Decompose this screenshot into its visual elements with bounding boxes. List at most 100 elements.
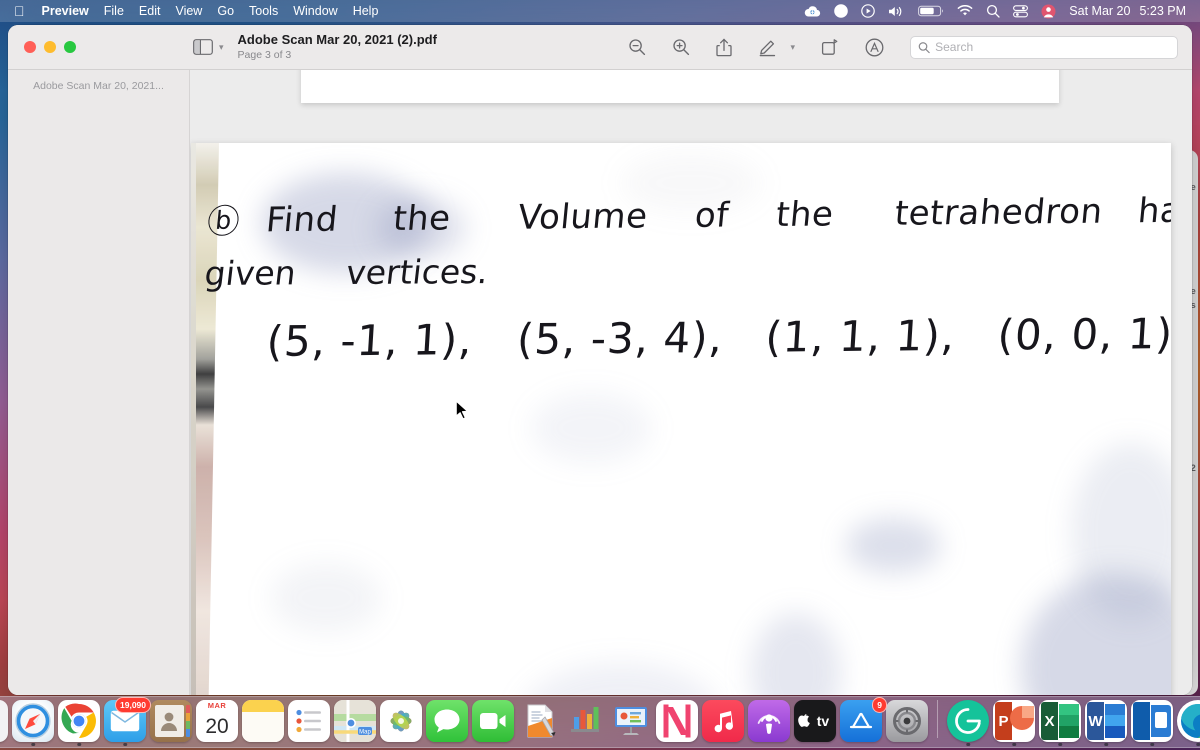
document-viewport[interactable]: b Find the Volume of the tetrahedron hav… xyxy=(190,70,1192,695)
handwriting-line-1: b Find the Volume of the tetrahedron hav… xyxy=(206,189,1171,241)
wifi-icon[interactable] xyxy=(957,5,973,17)
dock-item-reminders[interactable] xyxy=(288,700,330,742)
rotate-icon[interactable] xyxy=(821,38,839,56)
menu-item-edit[interactable]: Edit xyxy=(139,4,161,18)
minimize-button[interactable] xyxy=(44,41,56,53)
scan-shadow-blob xyxy=(271,563,381,633)
running-indicator xyxy=(1150,742,1154,746)
traffic-lights xyxy=(8,41,190,53)
sidebar-thumbnail-label: Adobe Scan Mar 20, 2021... xyxy=(33,80,164,92)
dock-item-contacts[interactable] xyxy=(150,700,192,742)
vertex-point: (5, -3, 4), xyxy=(515,312,725,364)
handwriting-word: Volume xyxy=(516,196,650,238)
handwriting-word: Find xyxy=(264,199,340,241)
page-count: Page 3 of 3 xyxy=(237,49,292,61)
handwriting-word: given xyxy=(202,253,299,293)
search-box[interactable] xyxy=(910,35,1178,59)
thumbnail-sidebar[interactable]: Adobe Scan Mar 20, 2021... xyxy=(8,70,190,695)
menu-item-window[interactable]: Window xyxy=(293,4,337,18)
control-center-icon[interactable] xyxy=(1013,4,1029,18)
dock-item-appletv[interactable]: tv xyxy=(794,700,836,742)
sidebar-toggle-icon[interactable] xyxy=(192,37,214,57)
moon-circle-icon[interactable] xyxy=(834,4,849,18)
zoom-in-icon[interactable] xyxy=(672,38,690,56)
dock-item-system-preferences[interactable] xyxy=(886,700,928,742)
window-body: Adobe Scan Mar 20, 2021... b Find the Vo… xyxy=(8,70,1192,695)
preview-window[interactable]: ▾ Adobe Scan Mar 20, 2021 (2).pdf Page 3… xyxy=(8,25,1192,695)
scan-shadow-blob xyxy=(751,613,841,695)
annotate-icon[interactable] xyxy=(865,38,884,57)
handwriting-word: of xyxy=(693,195,731,236)
dock-item-music[interactable] xyxy=(702,700,744,742)
dock-item-launchpad[interactable] xyxy=(0,700,8,742)
handwriting-word: the xyxy=(774,194,836,236)
chevron-down-icon[interactable]: ▾ xyxy=(219,42,224,53)
close-button[interactable] xyxy=(24,41,36,53)
search-icon xyxy=(918,41,930,53)
vertex-point: (1, 1, 1), xyxy=(763,310,957,362)
zoom-out-icon[interactable] xyxy=(628,38,646,56)
handwriting-word: vertices. xyxy=(344,252,491,293)
menu-item-preview[interactable]: Preview xyxy=(42,4,89,18)
dock-item-messages[interactable] xyxy=(426,700,468,742)
handwriting-word: tetrahedron xyxy=(893,191,1105,234)
dock-separator xyxy=(937,700,938,738)
volume-icon[interactable] xyxy=(888,5,905,18)
dock-item-calendar[interactable]: MAR 20 xyxy=(196,700,238,742)
document-title-block: Adobe Scan Mar 20, 2021 (2).pdf Page 3 o… xyxy=(238,32,437,62)
user-avatar-icon[interactable] xyxy=(1041,4,1056,19)
menu-bar:  Preview File Edit View Go Tools Window… xyxy=(0,0,1200,22)
menu-item-go[interactable]: Go xyxy=(217,4,234,18)
battery-icon[interactable] xyxy=(918,5,944,17)
dock-item-chrome[interactable] xyxy=(58,700,100,746)
dock-item-notes[interactable] xyxy=(242,700,284,742)
running-indicator xyxy=(31,742,35,746)
dock-item-pages[interactable] xyxy=(518,700,560,742)
dock-item-appstore[interactable]: 9 xyxy=(840,697,887,742)
scan-shadow-blob xyxy=(531,393,651,463)
play-circle-icon[interactable] xyxy=(861,4,876,18)
svg-text:Map: Map xyxy=(359,729,371,735)
pdf-page[interactable]: b Find the Volume of the tetrahedron hav… xyxy=(191,143,1171,695)
share-icon[interactable] xyxy=(716,38,733,57)
dock[interactable]: 19,090 MAR 20 Map tv 9 P X W xyxy=(0,696,1200,748)
cloud-icon[interactable] xyxy=(804,5,821,18)
dock-item-outlook[interactable] xyxy=(1131,700,1173,746)
markup-chevron-down-icon[interactable]: ▾ xyxy=(790,42,795,53)
dock-item-keynote[interactable] xyxy=(610,700,652,742)
apple-logo-icon[interactable]:  xyxy=(14,4,25,18)
dock-item-mail[interactable]: 19,090 xyxy=(104,697,151,746)
markup-pen-icon[interactable] xyxy=(758,38,778,57)
menu-item-file[interactable]: File xyxy=(104,4,124,18)
running-indicator xyxy=(1104,742,1108,746)
dock-item-grammarly[interactable] xyxy=(947,700,989,746)
dock-item-podcasts[interactable] xyxy=(748,700,790,742)
handwriting-line-2: given vertices. xyxy=(203,252,491,293)
dock-item-powerpoint[interactable]: P xyxy=(993,700,1035,746)
search-input[interactable] xyxy=(935,40,1170,54)
menu-item-help[interactable]: Help xyxy=(353,4,379,18)
dock-item-word[interactable]: W xyxy=(1085,700,1127,746)
search-icon[interactable] xyxy=(986,4,1000,18)
running-indicator xyxy=(123,742,127,746)
running-indicator xyxy=(1196,742,1200,746)
dock-item-maps[interactable]: Map xyxy=(334,700,376,742)
page-title: Adobe Scan Mar 20, 2021 (2).pdf xyxy=(237,32,437,47)
appstore-badge: 9 xyxy=(872,697,887,713)
previous-page-sliver xyxy=(301,70,1059,103)
dock-item-facetime[interactable] xyxy=(472,700,514,742)
mail-badge: 19,090 xyxy=(115,697,151,713)
dock-item-excel[interactable]: X xyxy=(1039,700,1081,746)
dock-item-numbers[interactable] xyxy=(564,700,606,742)
dock-item-photos[interactable] xyxy=(380,700,422,742)
dock-item-safari[interactable] xyxy=(12,700,54,746)
dock-item-edge[interactable] xyxy=(1177,700,1200,746)
dock-item-news[interactable] xyxy=(656,700,698,742)
scan-shadow-blob xyxy=(521,663,721,695)
menubar-time: 5:23 PM xyxy=(1139,4,1186,18)
menu-item-tools[interactable]: Tools xyxy=(249,4,278,18)
zoom-button[interactable] xyxy=(64,41,76,53)
menu-item-view[interactable]: View xyxy=(175,4,202,18)
scan-shadow-blob xyxy=(846,518,941,573)
calendar-day: 20 xyxy=(205,715,229,738)
